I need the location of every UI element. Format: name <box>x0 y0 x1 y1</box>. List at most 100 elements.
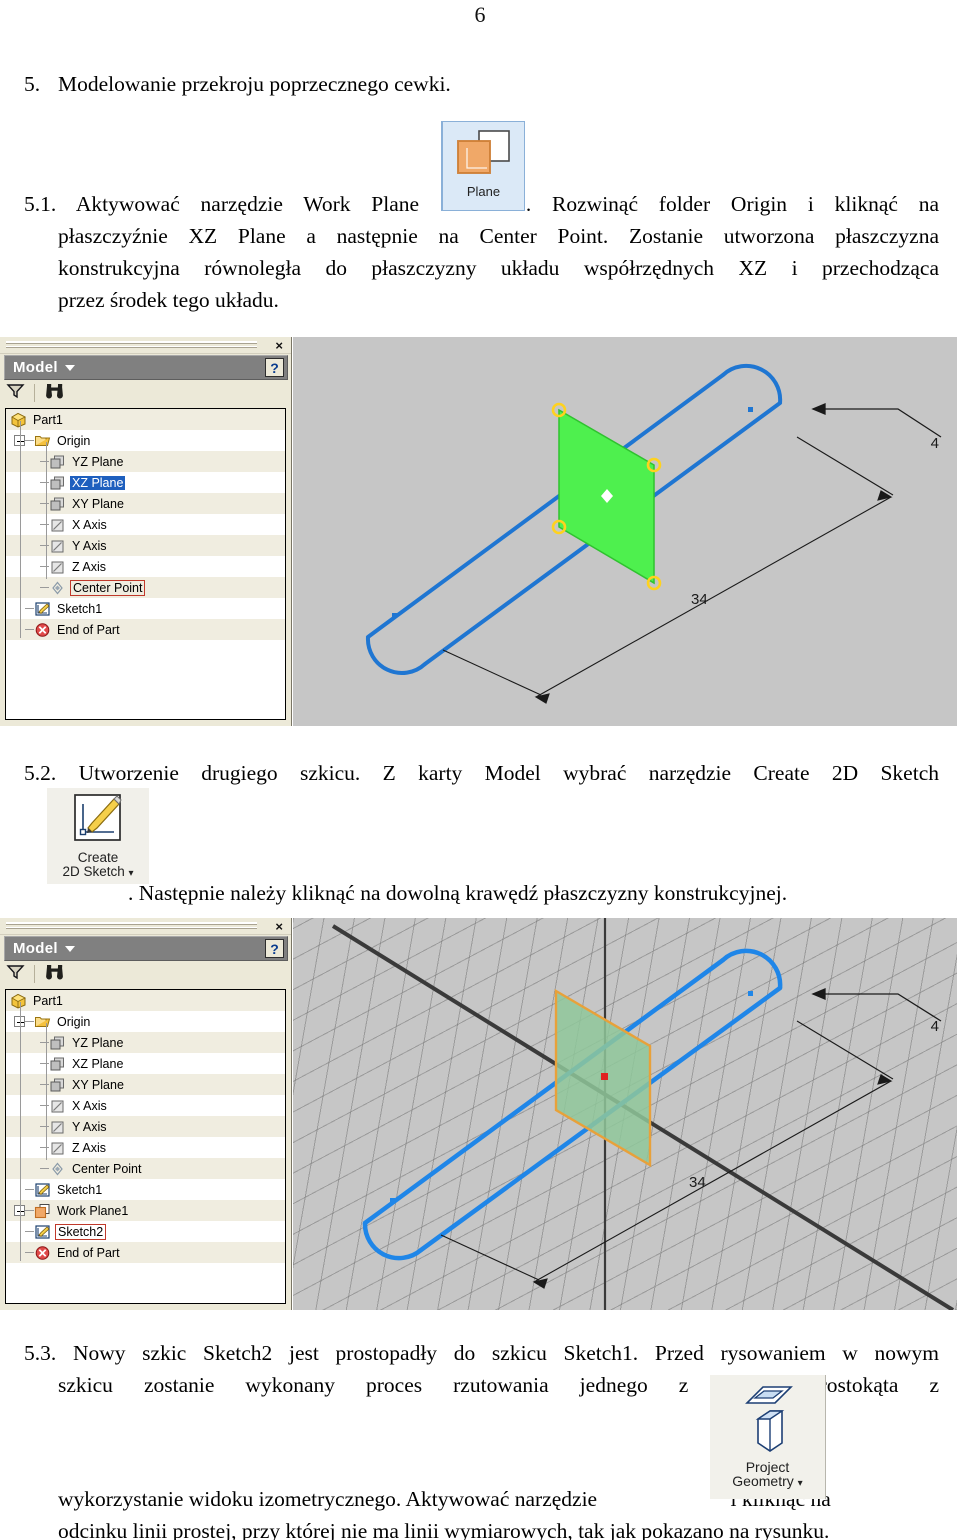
tree-item-center-point[interactable]: Center Point <box>6 577 285 598</box>
tree-item-xy-plane[interactable]: XY Plane <box>6 1074 285 1095</box>
help-icon[interactable]: ? <box>265 358 284 377</box>
drag-grip[interactable] <box>6 341 257 349</box>
chevron-down-icon[interactable] <box>64 364 75 371</box>
tree-item-z-axis[interactable]: Z Axis <box>6 556 285 577</box>
tree-item-end-of-part[interactable]: End of Part <box>6 619 285 640</box>
dimension-label-4: 4 <box>930 435 939 452</box>
tree-item-part1[interactable]: Part1 <box>6 990 285 1011</box>
model-tree-2[interactable]: Part1 Origin YZ Plane XZ Plane XY Plane X Axi… <box>5 989 286 1304</box>
tree-spine <box>20 421 21 638</box>
sketch-icon <box>34 1182 52 1198</box>
create-2d-sketch-caret[interactable]: ▾ <box>129 868 134 879</box>
project-geometry-ribbon-button[interactable]: Project Geometry ▾ <box>710 1375 826 1499</box>
section-5-1-text-b: . Rozwinąć folder Origin i kliknąć na <box>525 192 939 216</box>
model-panel-title: Model <box>13 359 58 376</box>
tree-connector <box>40 1147 49 1148</box>
tree-item-y-axis[interactable]: Y Axis <box>6 535 285 556</box>
tree-item-label: End of Part <box>57 1245 120 1260</box>
tree-connector <box>40 587 49 588</box>
tree-item-label: YZ Plane <box>72 454 124 469</box>
section-5-heading: 5. Modelowanie przekroju poprzecznego cew… <box>24 68 924 100</box>
tree-item-label: Y Axis <box>72 538 107 553</box>
browser-toolbar-1 <box>0 380 291 406</box>
binoculars-icon[interactable] <box>44 963 65 985</box>
tree-item-xz-plane[interactable]: XZ Plane <box>6 472 285 493</box>
tree-item-sketch2[interactable]: Sketch2 <box>6 1221 285 1242</box>
tree-item-label: XZ Plane <box>72 1056 124 1071</box>
tree-connector <box>40 1168 49 1169</box>
work-plane-icon <box>34 1203 52 1219</box>
folder-icon <box>34 433 52 449</box>
section-5-title: Modelowanie przekroju poprzecznego cewki… <box>58 72 451 96</box>
tree-item-y-axis[interactable]: Y Axis <box>6 1116 285 1137</box>
tree-connector <box>40 566 49 567</box>
toolbar-separator <box>34 383 35 402</box>
section-5-1-line-3: konstrukcyjna równoległa do płaszczyzny … <box>58 256 939 280</box>
viewport-1-graphics <box>365 363 942 704</box>
plane-icon <box>49 454 67 470</box>
tree-item-end-of-part[interactable]: End of Part <box>6 1242 285 1263</box>
model-panel-header-2[interactable]: Model ? <box>4 936 288 961</box>
tree-item-label: XZ Plane <box>70 475 126 490</box>
tree-connector <box>25 629 34 630</box>
section-5-1-number: 5.1. <box>24 192 57 216</box>
create-2d-sketch-label-line1: Create <box>77 849 119 865</box>
tree-item-xz-plane[interactable]: XZ Plane <box>6 1053 285 1074</box>
project-geometry-caret[interactable]: ▾ <box>798 1478 803 1490</box>
tree-item-label: Sketch1 <box>57 1182 103 1197</box>
section-5-3-line-1: 5.3. Nowy szkic Sketch2 jest prostopadły… <box>24 1337 939 1369</box>
origin-point <box>601 1073 608 1080</box>
page-number: 6 <box>474 2 486 27</box>
tree-item-yz-plane[interactable]: YZ Plane <box>6 451 285 472</box>
tree-item-origin[interactable]: Origin <box>6 430 285 451</box>
tree-connector <box>40 545 49 546</box>
model-viewport-2[interactable]: 4 34 <box>293 918 957 1310</box>
sketch-icon <box>34 1224 52 1240</box>
tree-item-xy-plane[interactable]: XY Plane <box>6 493 285 514</box>
section-5-2-line-2: . Następnie należy kliknąć na dowolną kr… <box>128 881 788 905</box>
tree-item-label: XY Plane <box>72 1077 124 1092</box>
end-of-part-icon <box>34 1245 52 1261</box>
model-panel-header-1[interactable]: Model ? <box>4 355 288 380</box>
tree-item-z-axis[interactable]: Z Axis <box>6 1137 285 1158</box>
close-icon[interactable]: × <box>275 919 283 934</box>
tree-item-label: X Axis <box>72 517 107 532</box>
section-5-1-line-1: 5.1. Aktywować narzędzie Work Plane . Ro… <box>24 188 939 220</box>
tree-item-label: Part1 <box>33 993 63 1008</box>
tree-connector <box>40 1126 49 1127</box>
section-5-3-text-3a: wykorzystanie widoku izometrycznego. Akt… <box>58 1487 598 1511</box>
tree-connector <box>40 503 49 504</box>
tree-item-label: Part1 <box>33 412 63 427</box>
section-5-2: 5.2. Utworzenie drugiego szkicu. Z karty… <box>24 757 939 909</box>
tree-item-x-axis[interactable]: X Axis <box>6 1095 285 1116</box>
sketch-icon <box>34 601 52 617</box>
model-viewport-1[interactable]: 4 34 <box>293 337 957 726</box>
help-icon[interactable]: ? <box>265 939 284 958</box>
tree-item-label: XY Plane <box>72 496 124 511</box>
dimension-34-leader <box>440 1020 894 1289</box>
tree-item-work-plane1[interactable]: Work Plane1 <box>6 1200 285 1221</box>
tree-connector <box>40 1084 49 1085</box>
tree-item-sketch1[interactable]: Sketch1 <box>6 1179 285 1200</box>
filter-icon[interactable] <box>6 963 25 985</box>
chevron-down-icon[interactable] <box>64 945 75 952</box>
close-icon[interactable]: × <box>275 338 283 353</box>
inventor-screenshot-1: × Model ? Part1 Origin YZ Plane XZ Plane… <box>0 337 957 726</box>
tree-item-x-axis[interactable]: X Axis <box>6 514 285 535</box>
tree-item-yz-plane[interactable]: YZ Plane <box>6 1032 285 1053</box>
create-2d-sketch-icon <box>70 792 126 851</box>
tree-item-sketch1[interactable]: Sketch1 <box>6 598 285 619</box>
drag-grip[interactable] <box>6 922 257 930</box>
binoculars-icon[interactable] <box>44 382 65 404</box>
tree-item-label: Z Axis <box>72 559 107 574</box>
tree-item-origin[interactable]: Origin <box>6 1011 285 1032</box>
filter-icon[interactable] <box>6 382 25 404</box>
tree-item-label: X Axis <box>72 1098 107 1113</box>
model-tree-1[interactable]: Part1 Origin YZ Plane XZ Plane XY Plane X Axi… <box>5 408 286 720</box>
create-2d-sketch-ribbon-button[interactable]: Create 2D Sketch ▾ <box>47 788 149 884</box>
axis-icon <box>49 1140 67 1156</box>
plane-icon <box>49 475 67 491</box>
tree-item-center-point[interactable]: Center Point <box>6 1158 285 1179</box>
center-point-icon <box>49 1161 67 1177</box>
tree-item-part1[interactable]: Part1 <box>6 409 285 430</box>
